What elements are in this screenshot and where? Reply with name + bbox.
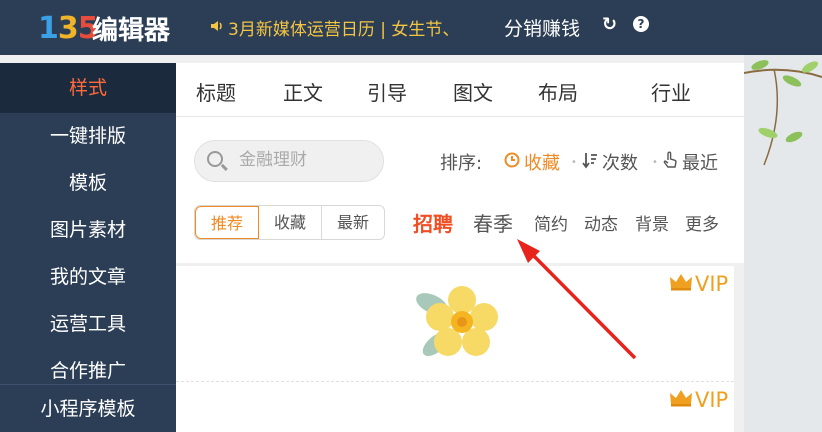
tab-layout[interactable]: 布局 bbox=[538, 77, 578, 106]
logo-text: 编辑器 bbox=[92, 16, 171, 46]
help-icon[interactable]: ? bbox=[633, 16, 649, 32]
search-input[interactable] bbox=[239, 150, 379, 170]
earn-link[interactable]: 分销赚钱 bbox=[504, 14, 580, 41]
sort-separator: • bbox=[571, 157, 577, 168]
sidebar-item-tools[interactable]: 运营工具 bbox=[0, 301, 176, 348]
logo[interactable]: 1 3 5 bbox=[38, 11, 99, 46]
clock-icon bbox=[504, 152, 520, 173]
tag-simple[interactable]: 简约 bbox=[534, 210, 568, 235]
card-divider bbox=[176, 381, 734, 382]
vip-badge: VIP bbox=[669, 388, 728, 412]
crown-icon bbox=[669, 388, 693, 412]
pointer-hand-icon bbox=[662, 151, 678, 174]
announcement[interactable]: 3月新媒体运营日历 | 女生节、 bbox=[210, 15, 459, 40]
crown-icon bbox=[669, 272, 693, 296]
tab-industry[interactable]: 行业 bbox=[651, 77, 691, 106]
vip-badge: VIP bbox=[669, 272, 728, 296]
recommend-segment: 推荐 收藏 最新 bbox=[194, 205, 386, 240]
tag-dynamic[interactable]: 动态 bbox=[584, 210, 618, 235]
search-box[interactable] bbox=[194, 140, 384, 182]
tab-body[interactable]: 正文 bbox=[283, 77, 323, 106]
tab-image-text[interactable]: 图文 bbox=[453, 77, 493, 106]
top-bar: 1 3 5 编辑器 3月新媒体运营日历 | 女生节、 分销赚钱 ↻ ? bbox=[0, 0, 822, 55]
tag-spring[interactable]: 春季 bbox=[473, 208, 513, 237]
sidebar-item-styles[interactable]: 样式 bbox=[0, 63, 176, 113]
segment-recommended[interactable]: 推荐 bbox=[195, 206, 260, 239]
sort-separator: • bbox=[652, 157, 658, 168]
search-icon bbox=[207, 151, 223, 167]
flower-illustration[interactable] bbox=[412, 284, 504, 364]
style-panel: 标题 正文 引导 图文 布局 行业 排序: 收藏 • 次数 • 最近 推荐 收藏… bbox=[176, 63, 744, 263]
sidebar-item-images[interactable]: 图片素材 bbox=[0, 207, 176, 254]
tab-guide[interactable]: 引导 bbox=[367, 77, 407, 106]
category-tabs: 标题 正文 引导 图文 布局 行业 bbox=[176, 63, 744, 117]
sidebar: 样式 一键排版 模板 图片素材 我的文章 运营工具 合作推广 小程序模板 bbox=[0, 63, 176, 432]
tag-more[interactable]: 更多 bbox=[685, 210, 719, 235]
tab-title[interactable]: 标题 bbox=[196, 77, 236, 106]
sidebar-item-mini-program[interactable]: 小程序模板 bbox=[0, 384, 176, 432]
sort-by-favorites[interactable]: 收藏 bbox=[504, 149, 560, 175]
tag-recruit[interactable]: 招聘 bbox=[413, 208, 453, 237]
sort-label: 排序: bbox=[440, 153, 483, 174]
refresh-icon[interactable]: ↻ bbox=[602, 14, 617, 35]
segment-latest[interactable]: 最新 bbox=[322, 206, 384, 239]
segment-favorites[interactable]: 收藏 bbox=[259, 206, 323, 239]
sidebar-item-my-articles[interactable]: 我的文章 bbox=[0, 254, 176, 301]
style-list: VIP VIP bbox=[176, 266, 734, 432]
decorative-background bbox=[743, 55, 822, 432]
sort-by-recent[interactable]: 最近 bbox=[662, 149, 718, 175]
announcement-text: 3月新媒体运营日历 | 女生节、 bbox=[228, 20, 460, 40]
sidebar-item-one-click-layout[interactable]: 一键排版 bbox=[0, 113, 176, 160]
sort-by-count[interactable]: 次数 bbox=[582, 149, 638, 175]
tag-background[interactable]: 背景 bbox=[635, 210, 669, 235]
speaker-icon bbox=[210, 19, 224, 37]
sidebar-item-templates[interactable]: 模板 bbox=[0, 160, 176, 207]
sort-desc-icon bbox=[582, 151, 598, 174]
